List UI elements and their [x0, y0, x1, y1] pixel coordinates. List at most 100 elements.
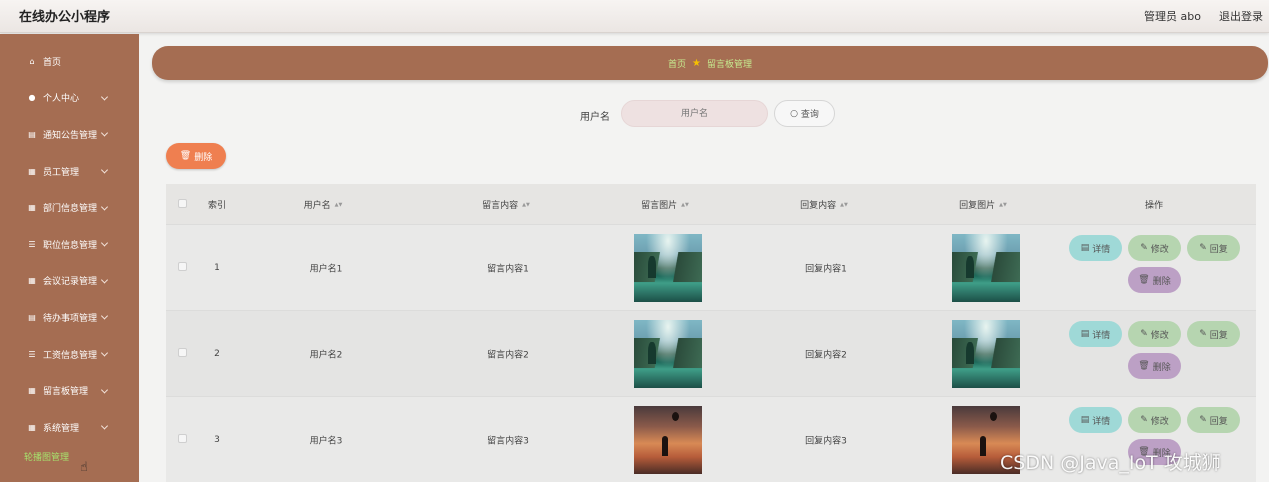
reply-button[interactable]: ✎ 回复 — [1187, 407, 1240, 433]
row-checkbox[interactable] — [178, 262, 187, 271]
sidebar-item[interactable]: ☰ 职位信息管理 — [0, 226, 139, 263]
breadcrumb: 首页 ★ 留言板管理 — [152, 46, 1268, 80]
table-header: 索引 用户名 ▲▼ 留言内容 ▲▼ 留言图片 ▲▼ 回复内容 ▲▼ 回复图片 ▲▼ 操作 — [166, 184, 1256, 224]
select-all-checkbox[interactable] — [178, 199, 187, 208]
sidebar-subitem-carousel[interactable]: 轮播图管理 — [0, 446, 139, 468]
chevron-down-icon — [100, 166, 109, 174]
cell-reply: 回复内容2 — [805, 350, 847, 360]
cell-content: 留言内容3 — [487, 436, 529, 446]
sidebar-item[interactable]: ▦ 员工管理 — [0, 153, 139, 190]
reply-image[interactable] — [952, 319, 1020, 388]
sidebar-item-label: 通知公告管理 — [43, 130, 98, 141]
batch-delete-button[interactable]: 🗑 删除 — [166, 143, 226, 169]
column-header-image[interactable]: 留言图片 ▲▼ — [641, 198, 689, 211]
chevron-down-icon — [100, 239, 109, 247]
edit-button-label: 修改 — [1150, 244, 1169, 255]
edit-button[interactable]: ✎ 修改 — [1128, 407, 1181, 433]
admin-user-label[interactable]: 管理员 abo — [1144, 8, 1201, 24]
doc-icon: ▤ — [28, 129, 36, 139]
doc-icon: ▤ — [1080, 243, 1090, 253]
home-icon: ⌂ — [29, 56, 35, 66]
sort-icon[interactable]: ▲▼ — [522, 202, 530, 207]
row-checkbox[interactable] — [178, 434, 187, 443]
detail-button-label: 详情 — [1092, 416, 1111, 427]
column-header-index: 索引 — [207, 201, 227, 211]
message-image[interactable] — [634, 233, 702, 302]
chevron-down-icon — [100, 203, 109, 211]
cell-index: 1 — [214, 262, 220, 273]
reply-button[interactable]: ✎ 回复 — [1187, 235, 1240, 261]
header-actions: 管理员 abo 退出登录 — [1144, 8, 1263, 24]
sidebar-item-label: 会议记录管理 — [43, 277, 98, 288]
sidebar-item-label: 员工管理 — [43, 167, 80, 178]
search-input[interactable] — [621, 100, 768, 127]
search-label: 用户名 — [580, 112, 610, 123]
grid-icon: ▦ — [28, 386, 36, 396]
sort-icon[interactable]: ▲▼ — [681, 202, 689, 207]
column-header-content[interactable]: 留言内容 ▲▼ — [482, 198, 530, 211]
grid-icon: ▦ — [28, 203, 36, 213]
sidebar-item[interactable]: ▦ 部门信息管理 — [0, 189, 139, 226]
column-header-reply[interactable]: 回复内容 ▲▼ — [800, 198, 848, 211]
grid-icon: ▦ — [28, 166, 36, 176]
pencil-icon: ✎ — [1199, 243, 1207, 253]
search-button[interactable]: ○ 查询 — [774, 100, 835, 127]
pencil-icon: ✎ — [1140, 243, 1148, 253]
edit-button[interactable]: ✎ 修改 — [1128, 321, 1181, 347]
detail-button[interactable]: ▤ 详情 — [1069, 321, 1122, 347]
chevron-down-icon — [100, 129, 109, 138]
column-header-reply-image[interactable]: 回复图片 ▲▼ — [959, 198, 1007, 211]
sidebar-item-label: 系统管理 — [43, 423, 80, 434]
doc-icon: ▤ — [1080, 415, 1090, 425]
sliders-icon: ☰ — [28, 239, 36, 249]
message-table: 索引 用户名 ▲▼ 留言内容 ▲▼ 留言图片 ▲▼ 回复内容 ▲▼ 回复图片 ▲▼ 操作 … — [166, 184, 1256, 482]
delete-button[interactable]: 🗑 删除 — [1128, 267, 1181, 293]
doc-icon: ▤ — [28, 312, 36, 322]
sidebar-item[interactable]: ▤ 待办事项管理 — [0, 299, 139, 336]
chevron-down-icon — [100, 276, 109, 284]
delete-button-label: 删除 — [1152, 276, 1171, 287]
sidebar-item[interactable]: ⌂ 首页 — [0, 43, 139, 80]
chevron-down-icon — [100, 386, 109, 394]
sidebar-item[interactable]: ☰ 工资信息管理 — [0, 336, 139, 373]
pencil-icon: ✎ — [1199, 329, 1207, 339]
pointer-hand-icon: ☝ — [80, 460, 88, 475]
row-checkbox[interactable] — [178, 348, 187, 357]
message-image[interactable] — [634, 319, 702, 388]
detail-button[interactable]: ▤ 详情 — [1069, 407, 1122, 433]
sidebar-item-label: 个人中心 — [43, 94, 80, 105]
edit-button-label: 修改 — [1150, 330, 1169, 341]
sidebar-item[interactable]: ▦ 会议记录管理 — [0, 263, 139, 300]
sidebar-item-label: 职位信息管理 — [43, 240, 98, 251]
sort-icon[interactable]: ▲▼ — [840, 202, 848, 207]
table-row: 1 用户名1 留言内容1 回复内容1 ▤ 详情 ✎ 修改 ✎ 回复 🗑 删除 — [166, 224, 1256, 310]
reply-button[interactable]: ✎ 回复 — [1187, 321, 1240, 347]
column-header-username[interactable]: 用户名 ▲▼ — [304, 198, 343, 211]
cell-username: 用户名3 — [309, 436, 343, 446]
message-image[interactable] — [634, 405, 702, 474]
sidebar-item[interactable]: ▤ 通知公告管理 — [0, 116, 139, 153]
chevron-down-icon — [100, 422, 109, 430]
logout-link[interactable]: 退出登录 — [1219, 8, 1263, 24]
chevron-down-icon — [100, 93, 109, 101]
star-icon: ★ — [692, 57, 701, 69]
chevron-down-icon — [100, 349, 109, 357]
delete-button[interactable]: 🗑 删除 — [1128, 353, 1181, 379]
sort-icon[interactable]: ▲▼ — [999, 202, 1007, 207]
reply-image[interactable] — [952, 233, 1020, 302]
cell-username: 用户名2 — [309, 350, 343, 360]
sidebar-item-label: 待办事项管理 — [43, 313, 98, 324]
sidebar-item[interactable]: ▦ 系统管理 — [0, 409, 139, 446]
detail-button[interactable]: ▤ 详情 — [1069, 235, 1122, 261]
sidebar-item[interactable]: ▦ 留言板管理 — [0, 372, 139, 409]
pencil-icon: ✎ — [1140, 415, 1148, 425]
sort-icon[interactable]: ▲▼ — [335, 202, 343, 207]
sidebar-item[interactable]: ● 个人中心 — [0, 80, 139, 117]
edit-button[interactable]: ✎ 修改 — [1128, 235, 1181, 261]
trash-icon: 🗑 — [179, 151, 192, 161]
search-button-label: 查询 — [800, 110, 819, 120]
sidebar-item-label: 留言板管理 — [43, 387, 89, 398]
detail-button-label: 详情 — [1092, 244, 1111, 255]
breadcrumb-home[interactable]: 首页 — [668, 57, 686, 70]
sidebar: ⌂ 首页 ● 个人中心 ▤ 通知公告管理 ▦ 员工管理 ▦ 部门信息管理 ☰ 职位信息管理 ▦ 会议记录管… — [0, 34, 139, 482]
